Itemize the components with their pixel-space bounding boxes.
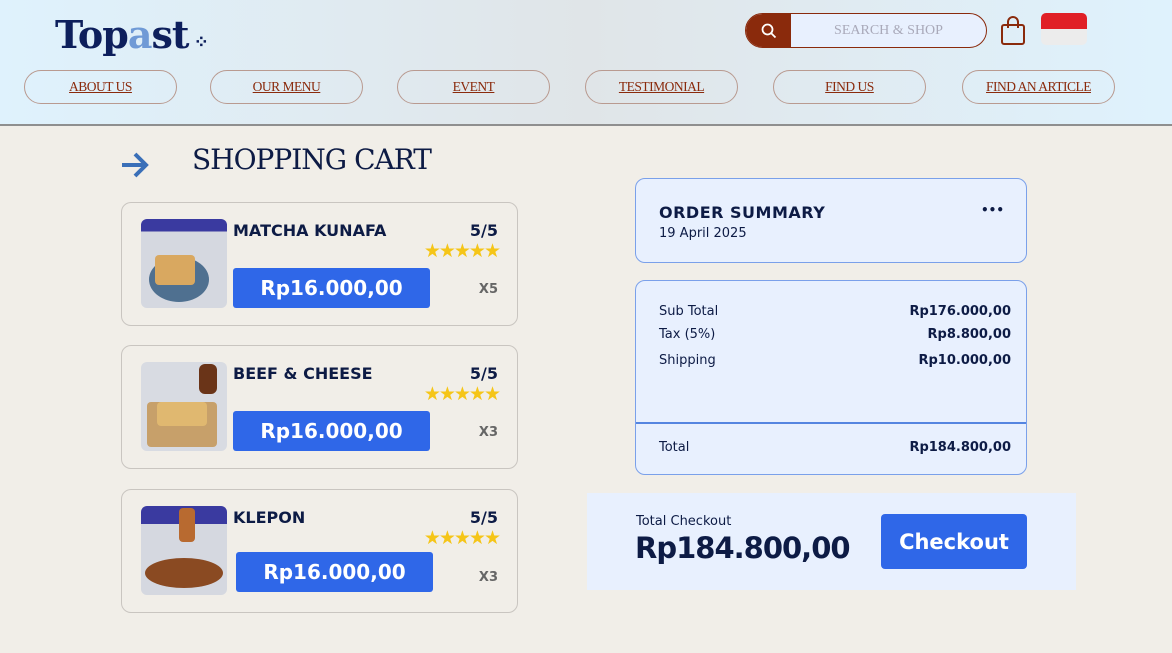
order-summary-title: ORDER SUMMARY: [659, 203, 826, 222]
checkout-panel: Total Checkout Rp184.800,00 Checkout: [587, 493, 1076, 590]
cart-item: KLEPON 5/5 ★★★★★ Rp16.000,00 X3: [121, 489, 518, 613]
product-rating: 5/5: [469, 221, 498, 240]
star-rating-icon: ★★★★★: [423, 383, 501, 405]
product-name: BEEF & CHEESE: [233, 364, 373, 383]
search-icon: [761, 23, 776, 38]
checkout-button[interactable]: Checkout: [881, 514, 1027, 569]
product-image: [141, 506, 227, 595]
nav-event[interactable]: EVENT: [397, 70, 550, 104]
price-button[interactable]: Rp16.000,00: [236, 552, 433, 592]
product-image: [141, 219, 227, 308]
order-summary-details: Sub Total Rp176.000,00 Tax (5%) Rp8.800,00…: [635, 280, 1027, 475]
star-rating-icon: ★★★★★: [423, 240, 501, 262]
search-button[interactable]: [746, 14, 791, 47]
nav-find-us[interactable]: FIND US: [773, 70, 926, 104]
quantity: X3: [478, 570, 498, 585]
more-options-icon[interactable]: •••: [981, 203, 1004, 217]
cart-item: MATCHA KUNAFA 5/5 ★★★★★ Rp16.000,00 X5: [121, 202, 518, 326]
language-flag-indonesia[interactable]: [1041, 13, 1087, 45]
search-input[interactable]: [791, 14, 986, 47]
nav-find-an-article[interactable]: FIND AN ARTICLE: [962, 70, 1115, 104]
page-title: SHOPPING CART: [192, 143, 432, 176]
divider: [636, 422, 1026, 424]
price-button[interactable]: Rp16.000,00: [233, 268, 430, 308]
product-name: KLEPON: [233, 508, 306, 527]
nav-our-menu[interactable]: OUR MENU: [210, 70, 363, 104]
nav-about-us[interactable]: ABOUT US: [24, 70, 177, 104]
quantity: X5: [478, 282, 498, 297]
price-button[interactable]: Rp16.000,00: [233, 411, 430, 451]
shipping-row: Shipping Rp10.000,00: [659, 353, 1011, 368]
product-image: [141, 362, 227, 451]
product-rating: 5/5: [469, 364, 498, 383]
product-name: MATCHA KUNAFA: [233, 221, 387, 240]
total-row: Total Rp184.800,00: [659, 440, 1011, 455]
arrow-right-icon[interactable]: [120, 151, 150, 179]
subtotal-row: Sub Total Rp176.000,00: [659, 304, 1011, 319]
star-rating-icon: ★★★★★: [423, 527, 501, 549]
nav-testimonial[interactable]: TESTIMONIAL: [585, 70, 738, 104]
order-date: 19 April 2025: [659, 226, 747, 241]
cart-item: BEEF & CHEESE 5/5 ★★★★★ Rp16.000,00 X3: [121, 345, 518, 469]
tax-row: Tax (5%) Rp8.800,00: [659, 327, 1011, 342]
total-checkout-amount: Rp184.800,00: [635, 531, 851, 565]
product-rating: 5/5: [469, 508, 498, 527]
site-header: Topast ⁘ ABOUT US OUR MENU EVENT TESTIMO…: [0, 0, 1172, 126]
quantity: X3: [478, 425, 498, 440]
shopping-bag-icon[interactable]: [1000, 16, 1026, 46]
logo[interactable]: Topast ⁘: [55, 12, 209, 57]
order-summary-header: ORDER SUMMARY 19 April 2025 •••: [635, 178, 1027, 263]
search-bar: [745, 13, 987, 48]
total-checkout-label: Total Checkout: [636, 514, 732, 529]
